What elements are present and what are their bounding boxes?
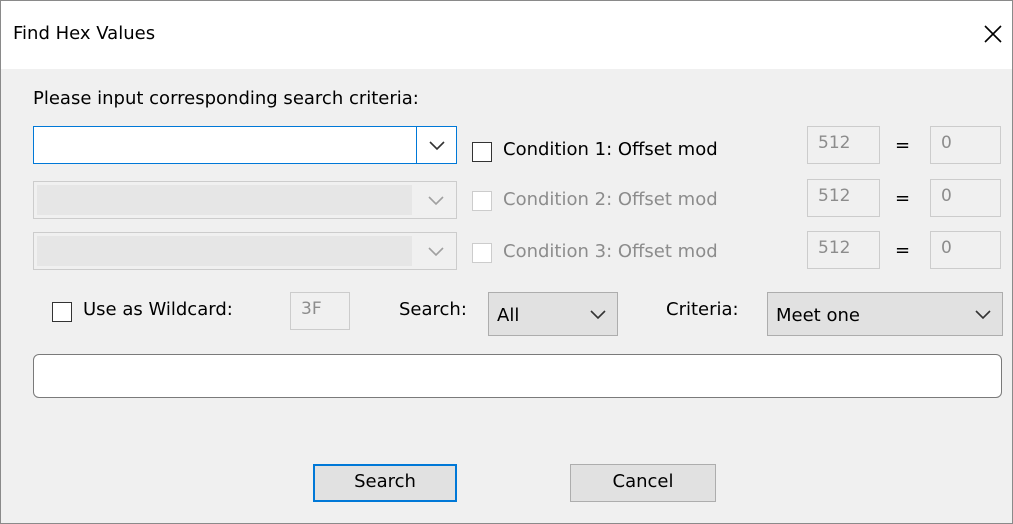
condition-3-equals: =	[895, 240, 911, 261]
combo-2-fill	[37, 185, 412, 215]
hex-value-combo-1[interactable]	[33, 126, 457, 164]
condition-1-result-field[interactable]: 0	[930, 126, 1001, 164]
search-scope-value: All	[497, 305, 520, 326]
search-status-textbox[interactable]	[33, 354, 1002, 398]
search-criteria-prompt: Please input corresponding search criter…	[33, 88, 419, 109]
condition-1-mod-field[interactable]: 512	[807, 126, 880, 164]
search-scope-dropdown[interactable]: All	[488, 292, 618, 336]
criteria-value: Meet one	[776, 305, 860, 326]
wildcard-label: Use as Wildcard:	[83, 299, 233, 320]
cancel-button[interactable]: Cancel	[570, 464, 716, 502]
combo-3-fill	[37, 236, 412, 266]
criteria-dropdown[interactable]: Meet one	[767, 292, 1003, 336]
condition-2-label: Condition 2: Offset mod	[503, 189, 718, 210]
dialog-title: Find Hex Values	[13, 23, 156, 44]
condition-2-equals: =	[895, 188, 911, 209]
chevron-down-icon	[585, 301, 611, 327]
chevron-down-icon	[970, 301, 996, 327]
wildcard-checkbox[interactable]	[52, 302, 72, 322]
condition-1-equals: =	[895, 135, 911, 156]
find-hex-dialog: Find Hex Values Please input correspondi…	[0, 0, 1013, 524]
wildcard-value-field[interactable]: 3F	[290, 292, 350, 330]
chevron-down-icon[interactable]	[416, 233, 456, 269]
chevron-down-icon[interactable]	[416, 127, 456, 163]
search-label: Search:	[399, 299, 467, 320]
close-icon[interactable]	[976, 17, 1010, 51]
search-button[interactable]: Search	[313, 464, 457, 502]
condition-2-result-field[interactable]: 0	[930, 179, 1001, 217]
hex-value-combo-2[interactable]	[33, 181, 457, 219]
condition-3-label: Condition 3: Offset mod	[503, 241, 718, 262]
condition-2-checkbox[interactable]	[472, 191, 492, 211]
title-bar: Find Hex Values	[1, 1, 1012, 69]
condition-3-result-field[interactable]: 0	[930, 231, 1001, 269]
chevron-down-icon[interactable]	[416, 182, 456, 218]
condition-3-checkbox[interactable]	[472, 243, 492, 263]
condition-1-checkbox[interactable]	[472, 142, 492, 162]
condition-3-mod-field[interactable]: 512	[807, 231, 880, 269]
condition-1-label: Condition 1: Offset mod	[503, 139, 718, 160]
condition-2-mod-field[interactable]: 512	[807, 179, 880, 217]
criteria-label: Criteria:	[666, 299, 739, 320]
hex-value-combo-3[interactable]	[33, 232, 457, 270]
